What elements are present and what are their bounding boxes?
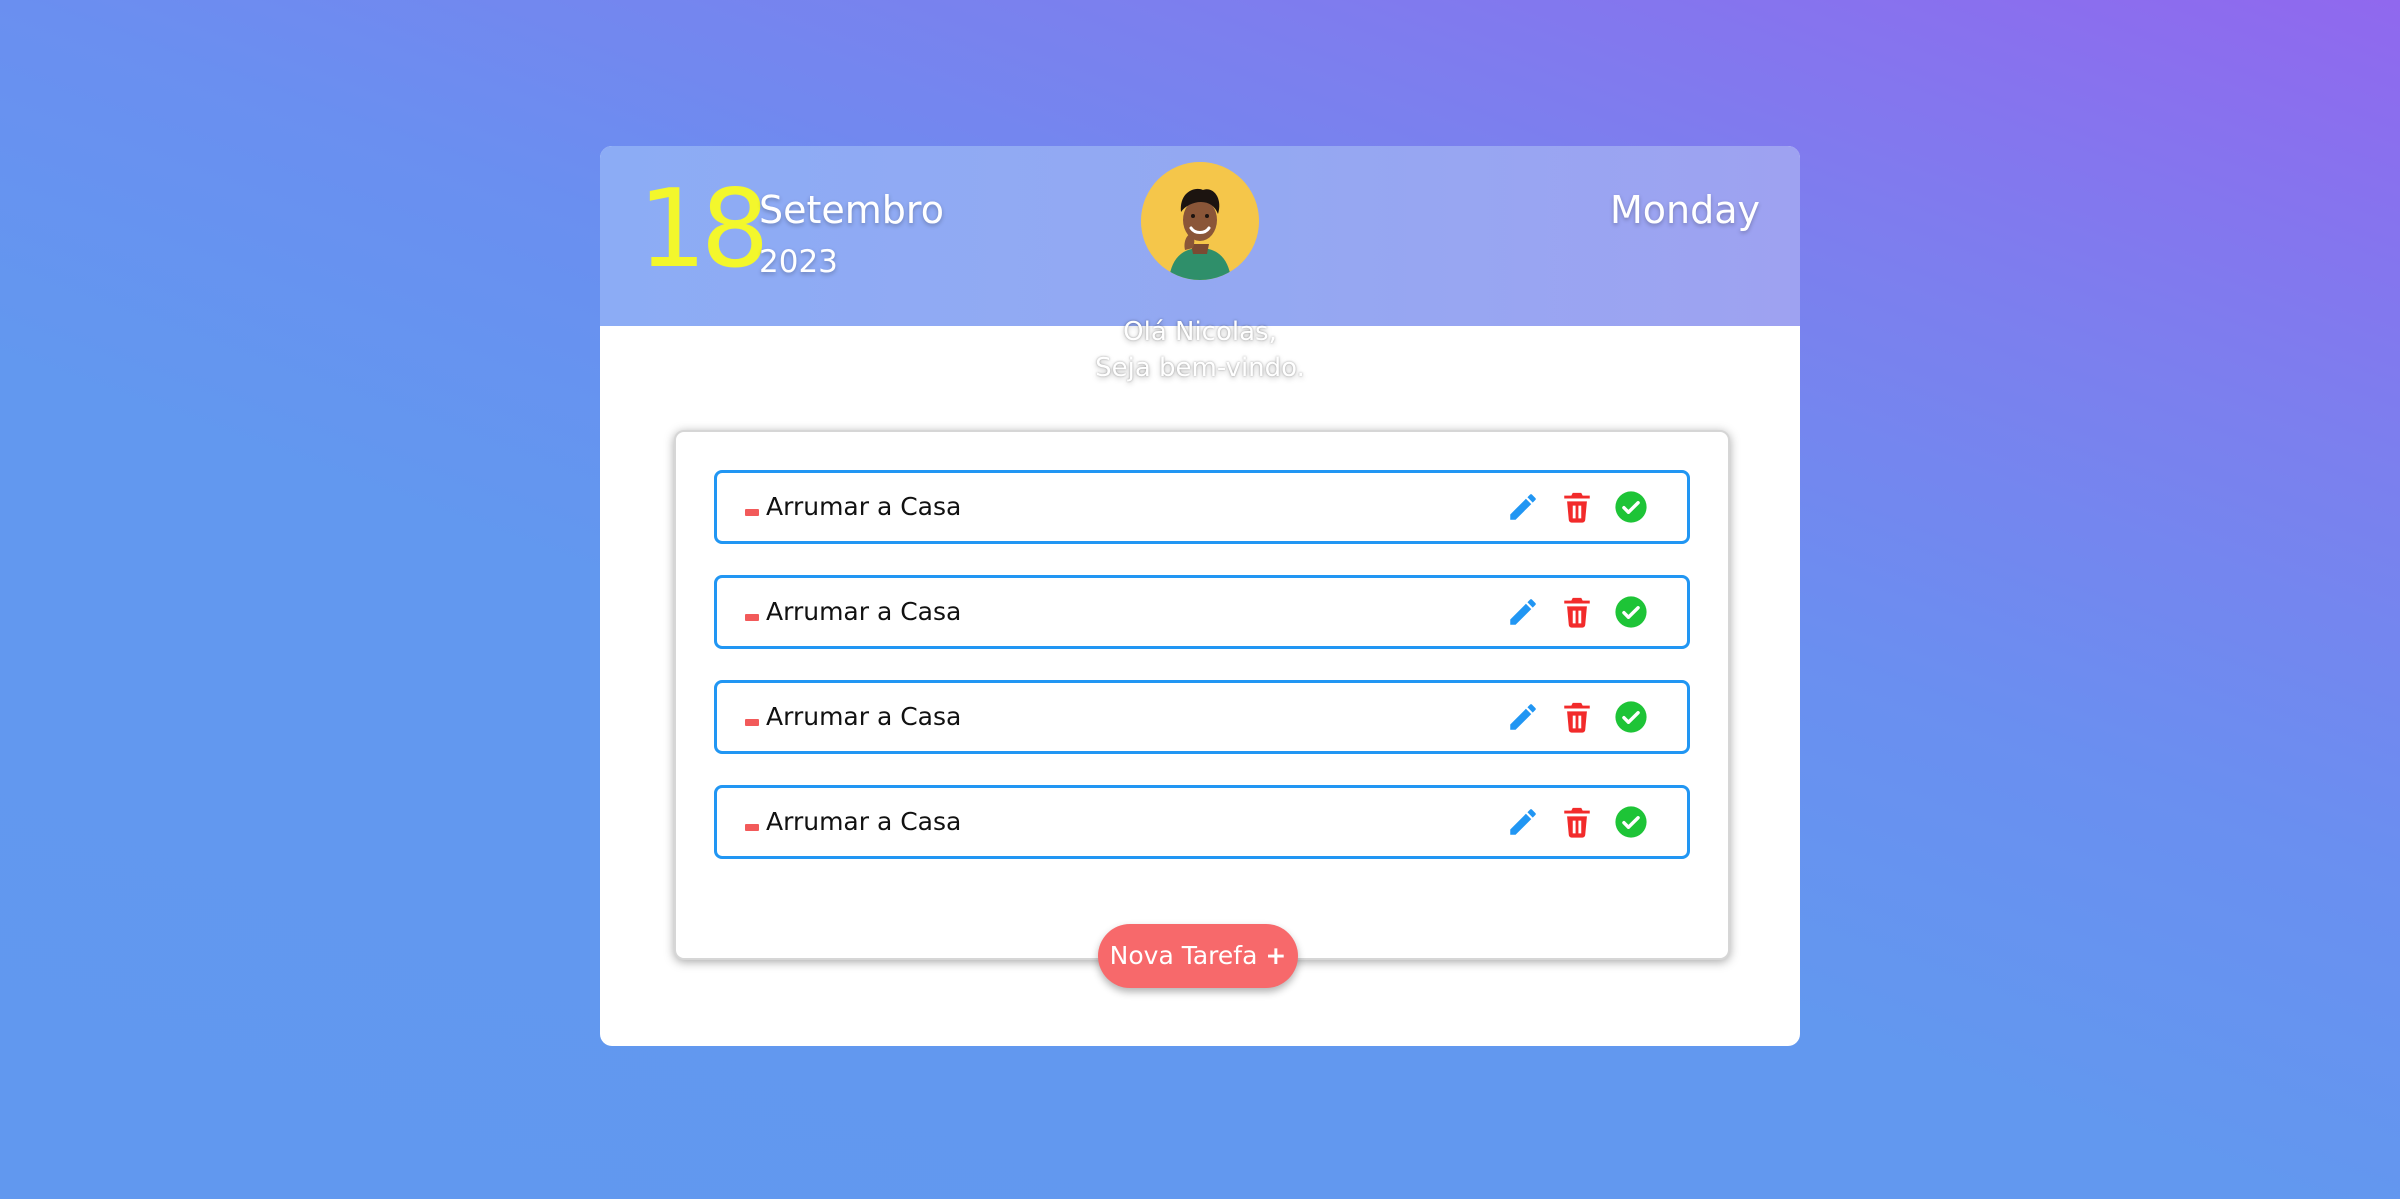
edit-task-button[interactable] xyxy=(1506,700,1540,734)
pencil-icon xyxy=(1510,494,1536,520)
check-circle-icon xyxy=(1615,806,1647,838)
check-circle-icon xyxy=(1615,701,1647,733)
avatar xyxy=(1141,162,1259,280)
edit-task-button[interactable] xyxy=(1506,805,1540,839)
edit-task-button[interactable] xyxy=(1506,490,1540,524)
greeting: Olá Nicolas, Seja bem-vindo. xyxy=(1000,314,1400,386)
delete-task-button[interactable] xyxy=(1560,700,1594,734)
trash-icon xyxy=(1564,807,1590,838)
new-task-button[interactable]: Nova Tarefa + xyxy=(1098,924,1298,988)
todo-card: 18 Setembro 2023 Monday Olá Nicolas, Sej… xyxy=(600,146,1800,1046)
new-task-label: Nova Tarefa xyxy=(1109,941,1258,970)
priority-mark xyxy=(745,614,759,621)
task-item[interactable]: Arrumar a Casa xyxy=(714,575,1690,649)
task-item[interactable]: Arrumar a Casa xyxy=(714,470,1690,544)
check-circle-icon xyxy=(1615,596,1647,628)
task-title: Arrumar a Casa xyxy=(766,807,962,836)
trash-icon xyxy=(1564,702,1590,733)
pencil-icon xyxy=(1510,809,1536,835)
task-item[interactable]: Arrumar a Casa xyxy=(714,680,1690,754)
check-circle-icon xyxy=(1615,491,1647,523)
trash-icon xyxy=(1564,597,1590,628)
year: 2023 xyxy=(759,244,838,280)
task-title: Arrumar a Casa xyxy=(766,492,962,521)
task-title: Arrumar a Casa xyxy=(766,597,962,626)
complete-task-button[interactable] xyxy=(1614,700,1648,734)
tasks-panel: Arrumar a Casa Arrumar a Casa Arrumar a … xyxy=(674,430,1730,960)
user-photo-icon xyxy=(1141,162,1259,280)
complete-task-button[interactable] xyxy=(1614,595,1648,629)
plus-icon: + xyxy=(1265,941,1287,970)
delete-task-button[interactable] xyxy=(1560,595,1594,629)
edit-task-button[interactable] xyxy=(1506,595,1540,629)
month-name: Setembro xyxy=(759,188,944,232)
pencil-icon xyxy=(1510,599,1536,625)
day-number: 18 xyxy=(638,167,769,292)
greeting-line-1: Olá Nicolas, xyxy=(1123,317,1277,347)
trash-icon xyxy=(1564,492,1590,523)
priority-mark xyxy=(745,719,759,726)
greeting-line-2: Seja bem-vindo. xyxy=(1095,353,1305,383)
task-item[interactable]: Arrumar a Casa xyxy=(714,785,1690,859)
weekday: Monday xyxy=(1609,188,1760,232)
priority-mark xyxy=(745,824,759,831)
task-title: Arrumar a Casa xyxy=(766,702,962,731)
complete-task-button[interactable] xyxy=(1614,805,1648,839)
delete-task-button[interactable] xyxy=(1560,490,1594,524)
pencil-icon xyxy=(1510,704,1536,730)
complete-task-button[interactable] xyxy=(1614,490,1648,524)
date-header: 18 Setembro 2023 Monday xyxy=(600,146,1800,326)
priority-mark xyxy=(745,509,759,516)
delete-task-button[interactable] xyxy=(1560,805,1594,839)
